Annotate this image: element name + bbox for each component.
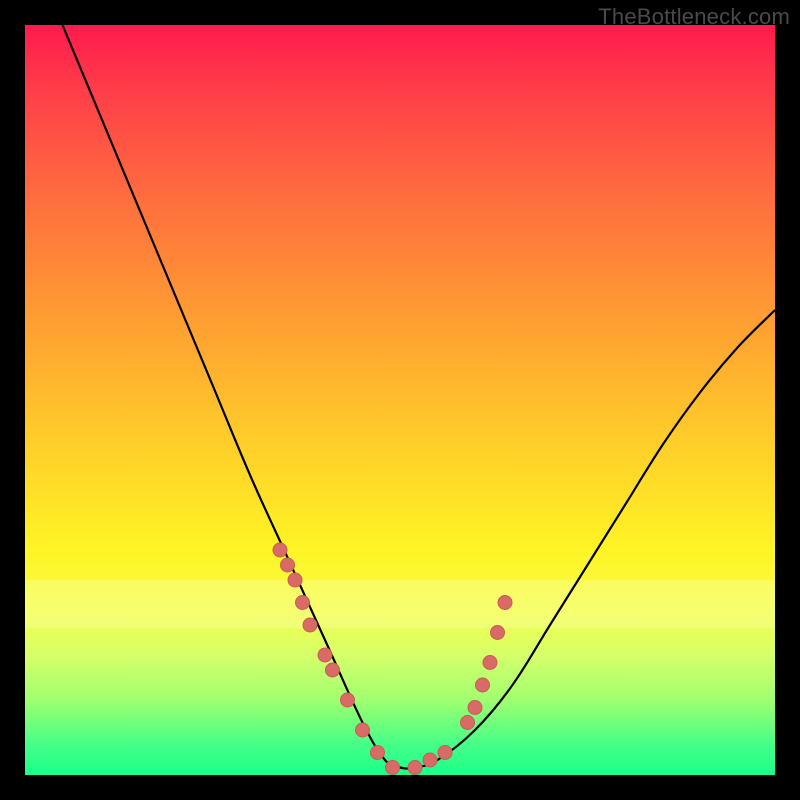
marker-dot (491, 626, 505, 640)
marker-dot (303, 618, 317, 632)
marker-dot (408, 761, 422, 775)
marker-dot (326, 663, 340, 677)
marker-dot (498, 596, 512, 610)
marker-dot (288, 573, 302, 587)
marker-dot (461, 716, 475, 730)
watermark-text: TheBottleneck.com (598, 4, 790, 30)
marker-dot (281, 558, 295, 572)
marker-dot (296, 596, 310, 610)
marker-dot (371, 746, 385, 760)
chart-frame: TheBottleneck.com (0, 0, 800, 800)
curve-svg (25, 25, 775, 775)
marker-dot (483, 656, 497, 670)
marker-dot (476, 678, 490, 692)
marker-dot (438, 746, 452, 760)
marker-dot (386, 761, 400, 775)
marker-dots-group (273, 543, 512, 775)
marker-dot (273, 543, 287, 557)
marker-dot (318, 648, 332, 662)
plot-area (25, 25, 775, 775)
marker-dot (341, 693, 355, 707)
marker-dot (356, 723, 370, 737)
marker-dot (468, 701, 482, 715)
marker-dot (423, 753, 437, 767)
bottleneck-curve (63, 25, 776, 769)
